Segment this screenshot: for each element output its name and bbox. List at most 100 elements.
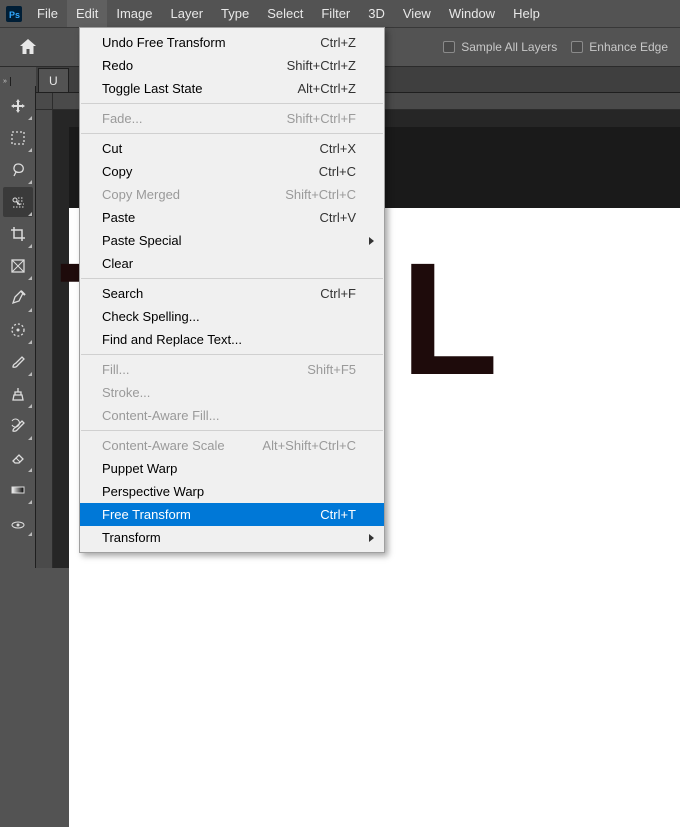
menu-type[interactable]: Type <box>212 0 258 27</box>
menuitem-label: Undo Free Transform <box>102 35 320 50</box>
home-button[interactable] <box>8 31 48 63</box>
menuitem-label: Check Spelling... <box>102 309 356 324</box>
submenu-arrow-icon <box>369 237 374 245</box>
menu-separator <box>81 354 383 355</box>
menuitem-check-spelling[interactable]: Check Spelling... <box>80 305 384 328</box>
menu-layer[interactable]: Layer <box>162 0 213 27</box>
menu-help[interactable]: Help <box>504 0 549 27</box>
menuitem-puppet-warp[interactable]: Puppet Warp <box>80 457 384 480</box>
tool-lasso[interactable] <box>3 155 33 185</box>
menu-filter[interactable]: Filter <box>312 0 359 27</box>
menuitem-free-transform[interactable]: Free TransformCtrl+T <box>80 503 384 526</box>
ruler-vertical[interactable] <box>36 110 53 568</box>
app-icon[interactable]: Ps <box>0 0 28 27</box>
menu-file[interactable]: File <box>28 0 67 27</box>
tool-gradient[interactable] <box>3 475 33 505</box>
sample-all-layers-label: Sample All Layers <box>461 40 557 54</box>
menuitem-shortcut: Shift+Ctrl+C <box>285 187 356 202</box>
edit-menu-dropdown: Undo Free TransformCtrl+ZRedoShift+Ctrl+… <box>79 27 385 553</box>
healing-icon <box>10 322 26 338</box>
tool-healing[interactable] <box>3 315 33 345</box>
tool-marquee[interactable] <box>3 123 33 153</box>
menuitem-paste[interactable]: PasteCtrl+V <box>80 206 384 229</box>
tool-frame[interactable] <box>3 251 33 281</box>
menuitem-cut[interactable]: CutCtrl+X <box>80 137 384 160</box>
menu-window[interactable]: Window <box>440 0 504 27</box>
menuitem-fade: Fade...Shift+Ctrl+F <box>80 107 384 130</box>
menuitem-label: Fill... <box>102 362 307 377</box>
menuitem-label: Puppet Warp <box>102 461 356 476</box>
menuitem-label: Content-Aware Fill... <box>102 408 356 423</box>
menuitem-perspective-warp[interactable]: Perspective Warp <box>80 480 384 503</box>
tool-move[interactable] <box>3 91 33 121</box>
menu-separator <box>81 133 383 134</box>
sample-all-layers-checkbox[interactable]: Sample All Layers <box>443 40 557 54</box>
menu-image[interactable]: Image <box>107 0 161 27</box>
menuitem-shortcut: Shift+Ctrl+F <box>287 111 356 126</box>
menu-separator <box>81 103 383 104</box>
menuitem-toggle-last-state[interactable]: Toggle Last StateAlt+Ctrl+Z <box>80 77 384 100</box>
gradient-icon <box>10 482 26 498</box>
marquee-icon <box>10 130 26 146</box>
frame-icon <box>10 258 26 274</box>
menuitem-copy[interactable]: CopyCtrl+C <box>80 160 384 183</box>
menuitem-search[interactable]: SearchCtrl+F <box>80 282 384 305</box>
menuitem-label: Search <box>102 286 320 301</box>
menuitem-shortcut: Alt+Ctrl+Z <box>297 81 356 96</box>
ruler-corner <box>36 93 53 110</box>
photoshop-icon: Ps <box>6 6 22 22</box>
menu-edit[interactable]: Edit <box>67 0 107 27</box>
document-tab[interactable]: U <box>38 68 69 92</box>
paint-bucket-icon <box>10 514 26 530</box>
toolbar <box>0 86 36 568</box>
menuitem-shortcut: Ctrl+C <box>319 164 356 179</box>
menuitem-label: Cut <box>102 141 320 156</box>
menuitem-undo-free-transform[interactable]: Undo Free TransformCtrl+Z <box>80 31 384 54</box>
menuitem-label: Paste Special <box>102 233 356 248</box>
tool-history-brush[interactable] <box>3 411 33 441</box>
checkbox-icon <box>571 41 583 53</box>
menu-separator <box>81 278 383 279</box>
menuitem-label: Transform <box>102 530 356 545</box>
menuitem-content-aware-fill: Content-Aware Fill... <box>80 404 384 427</box>
crop-icon <box>10 226 26 242</box>
tool-eraser[interactable] <box>3 443 33 473</box>
tool-paint-bucket[interactable] <box>3 507 33 537</box>
tool-eyedropper[interactable] <box>3 283 33 313</box>
menu-select[interactable]: Select <box>258 0 312 27</box>
menu-bar: Ps FileEditImageLayerTypeSelectFilter3DV… <box>0 0 680 27</box>
menuitem-shortcut: Ctrl+V <box>320 210 356 225</box>
clone-icon <box>10 386 26 402</box>
document-tab-label: U <box>49 74 58 88</box>
toolbar-flyout-handle[interactable]: » <box>0 77 11 86</box>
tool-brush[interactable] <box>3 347 33 377</box>
brush-icon <box>10 354 26 370</box>
menu-3d[interactable]: 3D <box>359 0 394 27</box>
menuitem-shortcut: Ctrl+X <box>320 141 356 156</box>
menuitem-shortcut: Shift+F5 <box>307 362 356 377</box>
menuitem-fill: Fill...Shift+F5 <box>80 358 384 381</box>
menuitem-content-aware-scale: Content-Aware ScaleAlt+Shift+Ctrl+C <box>80 434 384 457</box>
tool-clone[interactable] <box>3 379 33 409</box>
menuitem-label: Fade... <box>102 111 287 126</box>
menuitem-label: Find and Replace Text... <box>102 332 356 347</box>
enhance-edge-checkbox[interactable]: Enhance Edge <box>571 40 668 54</box>
menuitem-shortcut: Alt+Shift+Ctrl+C <box>262 438 356 453</box>
menuitem-shortcut: Ctrl+T <box>320 507 356 522</box>
menu-view[interactable]: View <box>394 0 440 27</box>
menuitem-transform[interactable]: Transform <box>80 526 384 549</box>
lasso-icon <box>10 162 26 178</box>
eraser-icon <box>10 450 26 466</box>
menuitem-clear[interactable]: Clear <box>80 252 384 275</box>
menuitem-find-and-replace-text[interactable]: Find and Replace Text... <box>80 328 384 351</box>
menuitem-stroke: Stroke... <box>80 381 384 404</box>
enhance-edge-label: Enhance Edge <box>589 40 668 54</box>
menuitem-label: Paste <box>102 210 320 225</box>
menuitem-redo[interactable]: RedoShift+Ctrl+Z <box>80 54 384 77</box>
menuitem-label: Stroke... <box>102 385 356 400</box>
tool-crop[interactable] <box>3 219 33 249</box>
menuitem-paste-special[interactable]: Paste Special <box>80 229 384 252</box>
tool-quick-select[interactable] <box>3 187 33 217</box>
menuitem-copy-merged: Copy MergedShift+Ctrl+C <box>80 183 384 206</box>
quick-select-icon <box>10 194 26 210</box>
